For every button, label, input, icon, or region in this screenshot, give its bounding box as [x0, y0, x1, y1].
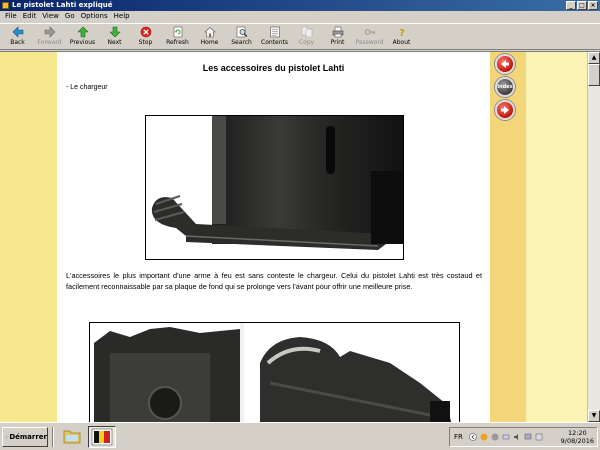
window-title: Le pistolet Lahti expliqué — [12, 1, 113, 9]
left-arrow-icon — [501, 60, 509, 68]
tray-expand-icon[interactable] — [469, 433, 477, 441]
tray-icons — [469, 433, 543, 441]
forward-label: Forward — [37, 39, 62, 46]
description-paragraph: L'accessoires le plus important d'une ar… — [66, 271, 482, 291]
copy-label: Copy — [298, 39, 315, 46]
password-label: Password — [355, 39, 384, 46]
contents-icon — [269, 26, 280, 38]
toolbar: Back Forward Previous Next Stop Refresh … — [0, 23, 600, 50]
search-icon — [236, 26, 247, 38]
key-icon — [364, 29, 375, 35]
svg-text:?: ? — [399, 28, 405, 38]
previous-button[interactable]: Previous — [66, 24, 99, 50]
magazine-photo — [145, 115, 404, 260]
right-arrow-icon — [501, 106, 509, 114]
security-icon[interactable] — [491, 433, 499, 441]
contents-label: Contents — [261, 39, 288, 46]
folder-icon[interactable] — [63, 428, 81, 444]
display-icon[interactable] — [524, 433, 532, 441]
content-viewport[interactable]: Les accessoires du pistolet Lahti - Le c… — [0, 51, 600, 422]
back-button[interactable]: Back — [2, 24, 33, 50]
scroll-down-button[interactable]: ▼ — [588, 410, 600, 422]
menu-file[interactable]: File — [2, 11, 20, 22]
menu-bar: File Edit View Go Options Help — [0, 11, 600, 22]
windows-flag-icon — [6, 436, 8, 438]
contents-button[interactable]: Contents — [258, 24, 291, 50]
menu-options[interactable]: Options — [78, 11, 111, 22]
about-button[interactable]: ? About — [386, 24, 417, 50]
menu-edit[interactable]: Edit — [20, 11, 40, 22]
page-back-button[interactable] — [495, 54, 515, 74]
printer-icon — [332, 26, 343, 38]
home-label: Home — [200, 39, 219, 46]
taskbar-app-button[interactable] — [88, 426, 116, 448]
print-button[interactable]: Print — [322, 24, 353, 50]
notification-icon[interactable] — [535, 433, 543, 441]
home-button[interactable]: Home — [194, 24, 225, 50]
system-tray: FR 12:20 9/08/2016 — [449, 427, 598, 447]
forward-arrow-icon — [44, 26, 55, 38]
down-arrow-icon — [108, 26, 121, 38]
quicklaunch-separator — [52, 427, 54, 447]
back-arrow-icon — [12, 26, 23, 38]
clock[interactable]: 12:20 9/08/2016 — [561, 429, 594, 445]
volume-icon[interactable] — [513, 433, 521, 441]
window-controls: _ □ × — [566, 1, 598, 10]
refresh-label: Refresh — [166, 39, 189, 46]
clock-date: 9/08/2016 — [560, 437, 594, 445]
previous-label: Previous — [69, 39, 96, 46]
menu-help[interactable]: Help — [111, 11, 133, 22]
search-button[interactable]: Search — [225, 24, 258, 50]
maximize-button[interactable]: □ — [577, 1, 587, 10]
app-window: Le pistolet Lahti expliqué _ □ × File Ed… — [0, 0, 600, 450]
language-indicator[interactable]: FR — [454, 433, 463, 441]
page-content: Les accessoires du pistolet Lahti - Le c… — [57, 52, 490, 422]
copy-button[interactable]: Copy — [291, 24, 322, 50]
next-button[interactable]: Next — [99, 24, 130, 50]
start-button[interactable]: Démarrer — [2, 427, 48, 447]
network-icon[interactable] — [502, 433, 510, 441]
stop-icon — [140, 26, 151, 38]
home-icon — [203, 27, 216, 38]
up-arrow-icon — [76, 26, 89, 38]
refresh-icon — [173, 26, 182, 38]
stop-label: Stop — [138, 39, 153, 46]
next-label: Next — [107, 39, 122, 46]
menu-view[interactable]: View — [39, 11, 62, 22]
app-flag-icon — [91, 428, 113, 446]
refresh-button[interactable]: Refresh — [161, 24, 194, 50]
scroll-up-button[interactable]: ▲ — [588, 52, 600, 64]
password-button[interactable]: Password — [353, 24, 386, 50]
copy-icon — [301, 26, 312, 38]
taskbar: Démarrer FR 12:20 9/08/2016 — [0, 422, 600, 450]
update-icon[interactable] — [480, 433, 488, 441]
clock-time: 12:20 — [567, 429, 587, 437]
about-label: About — [392, 39, 411, 46]
help-icon: ? — [399, 28, 405, 38]
scroll-thumb[interactable] — [588, 64, 600, 86]
stop-button[interactable]: Stop — [130, 24, 161, 50]
back-label: Back — [10, 39, 25, 46]
outer-right-band — [526, 52, 587, 422]
print-label: Print — [330, 39, 345, 46]
app-icon — [2, 2, 9, 9]
search-label: Search — [231, 39, 252, 46]
start-label: Démarrer — [9, 433, 47, 441]
vertical-scrollbar[interactable]: ▲ ▼ — [587, 52, 600, 422]
section-heading: - Le chargeur — [66, 84, 108, 91]
magazine-detail-photo — [89, 322, 460, 422]
title-bar[interactable]: Le pistolet Lahti expliqué _ □ × — [0, 0, 600, 11]
left-margin-band — [0, 52, 57, 422]
minimize-button[interactable]: _ — [566, 1, 576, 10]
close-button[interactable]: × — [588, 1, 598, 10]
page-index-button[interactable]: Index — [495, 77, 515, 97]
forward-button[interactable]: Forward — [33, 24, 66, 50]
menu-go[interactable]: Go — [62, 11, 78, 22]
page-forward-button[interactable] — [495, 100, 515, 120]
page-title: Les accessoires du pistolet Lahti — [202, 63, 345, 73]
index-label: Index — [497, 84, 513, 90]
